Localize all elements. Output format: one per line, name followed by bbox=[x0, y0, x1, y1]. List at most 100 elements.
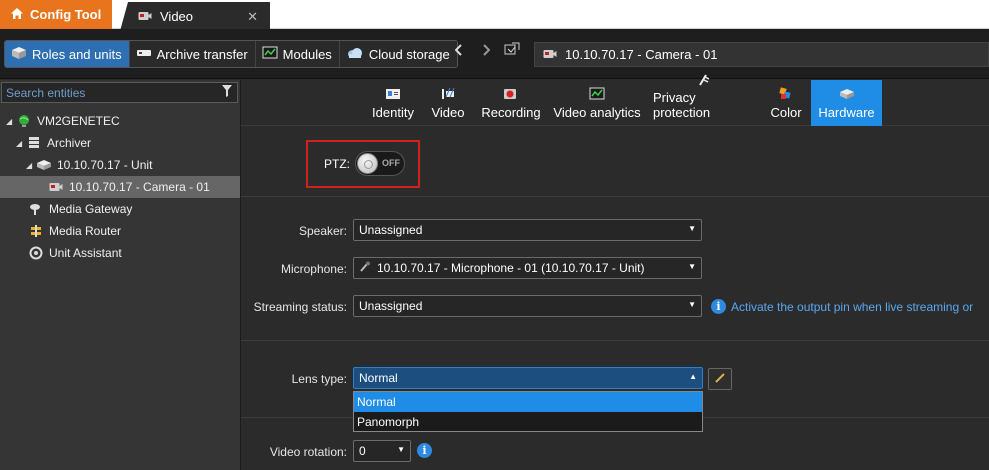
dropdown-up-arrow-icon: ▲ bbox=[689, 372, 697, 381]
tab-hardware[interactable]: Hardware bbox=[811, 80, 882, 126]
entity-tree-panel: Search entities ◢ VM2GENETEC ◢ Archiver … bbox=[0, 80, 241, 470]
streaming-info-text: Activate the output pin when live stream… bbox=[731, 300, 974, 314]
microphone-label: Microphone: bbox=[280, 262, 347, 276]
modules-label: Modules bbox=[282, 46, 332, 62]
tab-video[interactable]: Video bbox=[427, 80, 469, 126]
tab-label: Color bbox=[770, 105, 802, 120]
tree-node-media-router[interactable]: Media Router bbox=[0, 220, 240, 242]
media-gateway-icon bbox=[28, 203, 44, 216]
privacy-protection-icon bbox=[696, 73, 712, 87]
cloud-storage-icon bbox=[346, 47, 364, 62]
dropdown-arrow-icon: ▼ bbox=[688, 300, 696, 309]
archive-transfer-button[interactable]: Archive transfer bbox=[129, 41, 256, 67]
tree-node-media-gateway[interactable]: Media Gateway bbox=[0, 198, 240, 220]
entity-tree: ◢ VM2GENETEC ◢ Archiver ◢ 10.10.70.17 - … bbox=[0, 110, 240, 264]
camera-icon bbox=[543, 47, 557, 62]
toggle-knob bbox=[357, 153, 378, 174]
tab-video-analytics[interactable]: Video analytics bbox=[553, 80, 641, 126]
tree-node-archiver[interactable]: ◢ Archiver bbox=[0, 132, 240, 154]
tree-node-label: VM2GENETEC bbox=[37, 114, 120, 128]
camera-icon bbox=[138, 9, 152, 24]
microphone-select[interactable]: 10.10.70.17 - Microphone - 01 (10.10.70.… bbox=[353, 257, 702, 279]
tree-node-label: Media Router bbox=[49, 224, 122, 238]
unit-assistant-icon bbox=[28, 246, 44, 260]
streaming-status-label: Streaming status: bbox=[253, 300, 347, 314]
video-rotation-label: Video rotation: bbox=[269, 445, 347, 459]
cloud-storage-label: Cloud storage bbox=[368, 46, 450, 62]
lens-type-value: Normal bbox=[359, 371, 398, 385]
video-task-tab[interactable]: Video ✕ bbox=[120, 2, 270, 31]
streaming-status-value: Unassigned bbox=[359, 299, 423, 313]
server-globe-icon bbox=[16, 115, 32, 128]
toggle-state-text: OFF bbox=[382, 158, 400, 168]
expand-arrow-icon[interactable]: ◢ bbox=[16, 139, 26, 148]
dropdown-arrow-icon: ▼ bbox=[397, 445, 405, 454]
tab-color[interactable]: Color bbox=[766, 80, 806, 126]
roles-and-units-button[interactable]: Roles and units bbox=[5, 41, 130, 67]
hardware-icon bbox=[839, 86, 855, 102]
video-tab-label: Video bbox=[160, 9, 194, 24]
ptz-label: PTZ: bbox=[324, 157, 350, 171]
lens-option-normal[interactable]: Normal bbox=[354, 392, 702, 412]
ptz-highlight-box: PTZ: OFF bbox=[306, 140, 420, 188]
archive-transfer-icon bbox=[136, 47, 152, 62]
address-text: 10.10.70.17 - Camera - 01 bbox=[565, 47, 718, 62]
tab-identity[interactable]: Identity bbox=[364, 80, 422, 126]
streaming-status-select[interactable]: Unassigned ▼ bbox=[353, 295, 702, 317]
close-icon[interactable]: ✕ bbox=[247, 9, 258, 25]
tree-node-label: Unit Assistant bbox=[49, 246, 122, 260]
back-chevron-icon[interactable] bbox=[454, 43, 463, 59]
expand-arrow-icon[interactable]: ◢ bbox=[26, 161, 36, 170]
tab-privacy-protection[interactable]: Privacy protection bbox=[653, 74, 755, 126]
search-placeholder: Search entities bbox=[6, 85, 86, 100]
tree-node-vm2genetec[interactable]: ◢ VM2GENETEC bbox=[0, 110, 240, 132]
tree-node-unit[interactable]: ◢ 10.10.70.17 - Unit bbox=[0, 154, 240, 176]
tree-node-label: Media Gateway bbox=[49, 202, 133, 216]
page-tabs: Identity Video Recording Video analytics… bbox=[241, 74, 989, 126]
tab-label: Privacy protection bbox=[653, 90, 711, 120]
ptz-toggle[interactable]: OFF bbox=[355, 151, 405, 176]
task-list: Roles and units Archive transfer Modules… bbox=[4, 40, 458, 68]
speaker-value: Unassigned bbox=[359, 223, 423, 237]
tree-node-camera[interactable]: 10.10.70.17 - Camera - 01 bbox=[0, 176, 240, 198]
home-icon bbox=[10, 7, 24, 23]
search-input[interactable]: Search entities bbox=[1, 82, 238, 103]
lens-type-options: Normal Panomorph bbox=[353, 391, 703, 432]
expand-arrow-icon[interactable]: ◢ bbox=[6, 117, 16, 126]
tab-label: Identity bbox=[372, 105, 414, 120]
speaker-select[interactable]: Unassigned ▼ bbox=[353, 219, 702, 241]
video-rotation-select[interactable]: 0 ▼ bbox=[353, 440, 411, 462]
modules-button[interactable]: Modules bbox=[255, 41, 340, 67]
info-icon[interactable]: i bbox=[417, 443, 432, 458]
lens-type-select[interactable]: Normal ▲ bbox=[353, 367, 703, 389]
section-divider bbox=[703, 417, 989, 418]
entity-history-icon[interactable] bbox=[504, 42, 520, 59]
info-icon[interactable]: i bbox=[711, 299, 726, 314]
video-analytics-icon bbox=[589, 86, 605, 102]
speaker-label: Speaker: bbox=[298, 224, 347, 238]
forward-chevron-icon[interactable] bbox=[482, 43, 491, 59]
tab-label: Hardware bbox=[818, 105, 875, 120]
tab-label: Video bbox=[431, 105, 465, 120]
unit-icon bbox=[36, 159, 52, 172]
section-divider bbox=[241, 417, 353, 418]
tab-recording[interactable]: Recording bbox=[479, 80, 543, 126]
edit-lens-button[interactable] bbox=[708, 368, 732, 390]
microphone-icon bbox=[359, 261, 371, 276]
section-divider bbox=[241, 340, 989, 341]
filter-icon[interactable] bbox=[221, 84, 233, 101]
archive-transfer-label: Archive transfer bbox=[156, 46, 248, 62]
section-divider bbox=[241, 196, 989, 197]
roles-units-icon bbox=[11, 46, 27, 63]
cloud-storage-button[interactable]: Cloud storage bbox=[339, 41, 457, 67]
color-icon bbox=[778, 86, 794, 102]
camera-icon bbox=[48, 181, 64, 194]
video-icon bbox=[440, 86, 456, 102]
tree-node-label: 10.10.70.17 - Camera - 01 bbox=[69, 180, 210, 194]
lens-type-label: Lens type: bbox=[291, 372, 347, 386]
config-tool-home-tab[interactable]: Config Tool bbox=[0, 0, 112, 29]
media-router-icon bbox=[28, 225, 44, 238]
lens-option-panomorph[interactable]: Panomorph bbox=[354, 412, 702, 432]
tree-node-unit-assistant[interactable]: Unit Assistant bbox=[0, 242, 240, 264]
entity-address-bar[interactable]: 10.10.70.17 - Camera - 01 bbox=[534, 42, 989, 67]
